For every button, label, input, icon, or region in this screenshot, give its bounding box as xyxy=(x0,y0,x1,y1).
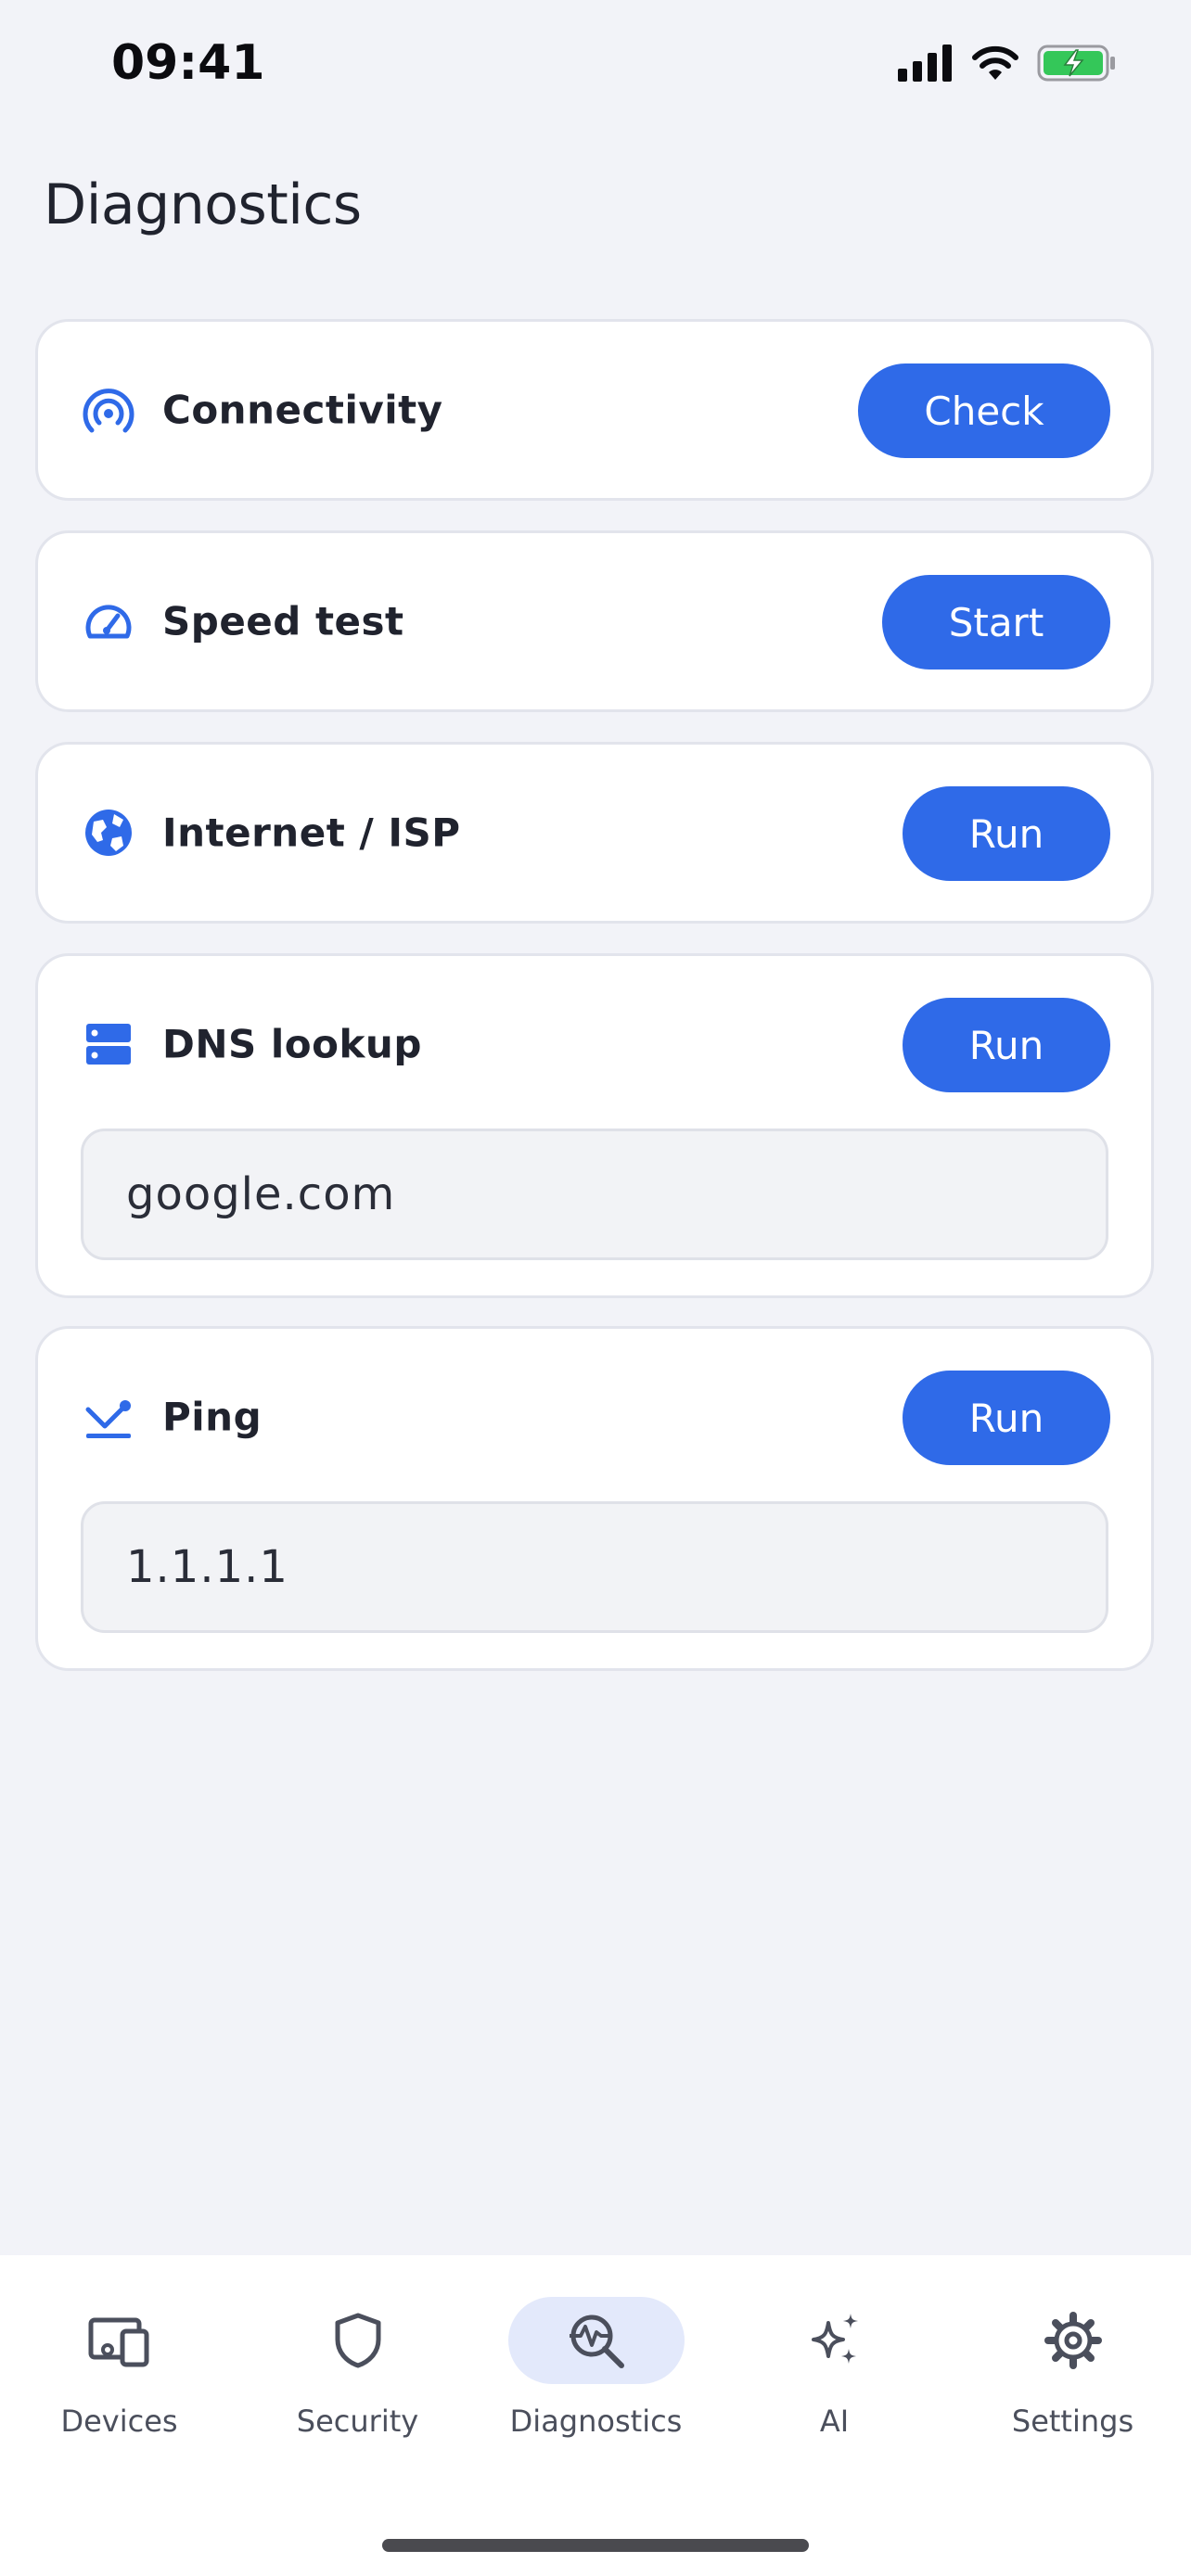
gear-icon xyxy=(1044,2312,1102,2369)
tab-devices-label: Devices xyxy=(60,2404,178,2439)
connectivity-title: Connectivity xyxy=(162,387,443,433)
dns-lookup-title: DNS lookup xyxy=(162,1021,422,1067)
tab-ai[interactable]: AI xyxy=(715,2255,954,2459)
tab-ai-icon-wrap xyxy=(747,2297,923,2384)
diagnostics-search-icon xyxy=(569,2315,624,2368)
status-time: 09:41 xyxy=(111,35,265,91)
start-button[interactable]: Start xyxy=(882,575,1110,670)
internet-isp-card: Internet / ISP Run xyxy=(35,742,1154,924)
speed-test-card: Speed test Start xyxy=(35,530,1154,712)
internet-isp-row: Internet / ISP Run xyxy=(38,745,1151,921)
dns-lookup-row: DNS lookup Run xyxy=(38,956,1151,1132)
tab-ai-label: AI xyxy=(819,2404,850,2439)
dns-host-input[interactable]: google.com xyxy=(81,1129,1108,1260)
ping-card: Ping Run 1.1.1.1 xyxy=(35,1326,1154,1671)
status-icons xyxy=(898,45,1117,82)
tab-security-label: Security xyxy=(296,2404,419,2439)
dns-run-button[interactable]: Run xyxy=(903,998,1110,1092)
status-bar: 09:41 xyxy=(0,0,1191,130)
tab-security-icon-wrap xyxy=(270,2297,446,2384)
ping-run-button[interactable]: Run xyxy=(903,1371,1110,1465)
connectivity-row: Connectivity Check xyxy=(38,322,1151,498)
internet-isp-title: Internet / ISP xyxy=(162,810,461,856)
shield-icon xyxy=(335,2313,380,2368)
tab-devices-icon-wrap xyxy=(32,2297,208,2384)
devices-icon xyxy=(88,2317,148,2367)
cellular-signal-icon xyxy=(898,45,952,82)
check-button[interactable]: Check xyxy=(858,363,1110,458)
tab-settings[interactable]: Settings xyxy=(954,2255,1191,2459)
tab-devices[interactable]: Devices xyxy=(0,2255,238,2459)
ping-row: Ping Run xyxy=(38,1329,1151,1505)
ping-host-input[interactable]: 1.1.1.1 xyxy=(81,1501,1108,1633)
bottom-tab-bar: Devices Security Diagnostics AI Settings xyxy=(0,2255,1191,2576)
home-indicator xyxy=(382,2539,809,2552)
speed-test-row: Speed test Start xyxy=(38,533,1151,709)
tab-diagnostics-icon-wrap xyxy=(507,2297,685,2384)
page-title: Diagnostics xyxy=(44,172,362,237)
wifi-icon xyxy=(972,45,1018,80)
connectivity-card: Connectivity Check xyxy=(35,319,1154,501)
tab-diagnostics[interactable]: Diagnostics xyxy=(477,2255,715,2459)
tab-diagnostics-label: Diagnostics xyxy=(509,2404,683,2439)
speedometer-icon xyxy=(85,605,132,639)
globe-icon xyxy=(85,810,132,856)
speed-test-title: Speed test xyxy=(162,598,404,644)
ping-icon xyxy=(85,1400,131,1438)
signal-waves-icon xyxy=(83,389,134,433)
isp-run-button[interactable]: Run xyxy=(903,786,1110,881)
tab-security[interactable]: Security xyxy=(238,2255,477,2459)
sparkles-icon xyxy=(811,2314,858,2364)
server-icon xyxy=(86,1024,131,1065)
battery-charging-icon xyxy=(1037,45,1115,82)
tab-settings-label: Settings xyxy=(1011,2404,1134,2439)
dns-lookup-card: DNS lookup Run google.com xyxy=(35,953,1154,1298)
ping-title: Ping xyxy=(162,1394,263,1440)
tab-settings-icon-wrap xyxy=(985,2297,1161,2384)
